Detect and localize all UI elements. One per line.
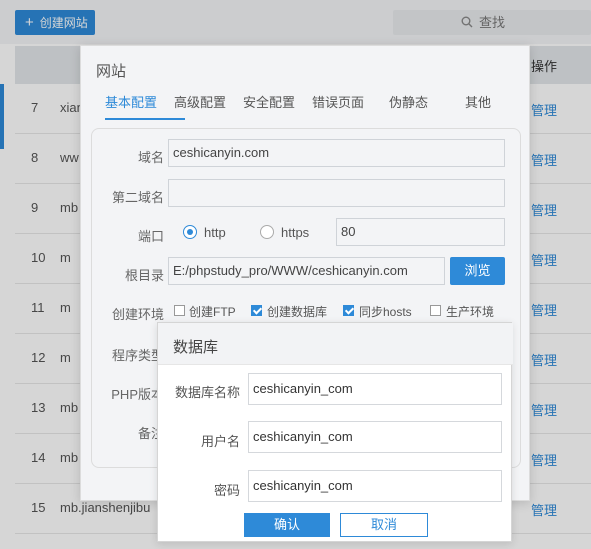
db-username-label: 用户名 (200, 434, 240, 449)
root-dir-input[interactable]: E:/phpstudy_pro/WWW/ceshicanyin.com (168, 257, 445, 285)
tab-basic-config[interactable]: 基本配置 (105, 92, 157, 111)
sync-hosts-label: 同步hosts (359, 305, 412, 319)
tab-other[interactable]: 其他 (465, 92, 491, 111)
cancel-button[interactable]: 取消 (340, 513, 428, 537)
db-password-input[interactable]: ceshicanyin_com (248, 470, 502, 502)
tab-advanced-config[interactable]: 高级配置 (174, 92, 226, 111)
tab-error-pages[interactable]: 错误页面 (312, 92, 364, 111)
database-dialog-title: 数据库 (173, 339, 219, 356)
http-radio-label: http (204, 225, 226, 240)
confirm-button[interactable]: 确认 (244, 513, 330, 537)
port-input[interactable]: 80 (336, 218, 505, 246)
root-dir-label: 根目录 (124, 268, 164, 283)
create-ftp-label: 创建FTP (189, 305, 236, 319)
site-dialog-title: 网站 (96, 63, 127, 80)
db-username-input[interactable]: ceshicanyin_com (248, 421, 502, 453)
site-dialog-tabs: 基本配置 高级配置 安全配置 错误页面 伪静态 其他 (101, 92, 521, 120)
database-dialog: 数据库 数据库名称 ceshicanyin_com 用户名 ceshicanyi… (157, 322, 513, 542)
https-radio-label: https (281, 225, 310, 240)
production-env-label: 生产环境 (446, 305, 495, 319)
create-ftp-checkbox[interactable] (174, 305, 185, 316)
browse-button[interactable]: 浏览 (450, 257, 505, 285)
note-label: 备注 (137, 426, 164, 441)
active-tab-underline (105, 118, 185, 120)
second-domain-label: 第二域名 (111, 190, 164, 205)
db-password-label: 密码 (213, 483, 240, 498)
domain-input[interactable]: ceshicanyin.com (168, 139, 505, 167)
sync-hosts-checkbox[interactable] (343, 305, 354, 316)
tab-rewrite[interactable]: 伪静态 (389, 92, 428, 111)
tab-security-config[interactable]: 安全配置 (243, 92, 295, 111)
https-radio[interactable] (260, 225, 274, 239)
port-label: 端口 (137, 229, 164, 244)
create-db-label: 创建数据库 (267, 305, 328, 319)
http-radio[interactable] (183, 225, 197, 239)
php-version-label: PHP版本 (111, 387, 164, 402)
program-type-label: 程序类型 (111, 348, 164, 363)
domain-label: 域名 (137, 150, 164, 165)
db-name-label: 数据库名称 (174, 385, 240, 400)
create-db-checkbox[interactable] (251, 305, 262, 316)
database-dialog-header: 数据库 (158, 323, 513, 365)
second-domain-input[interactable] (168, 179, 505, 207)
db-name-input[interactable]: ceshicanyin_com (248, 373, 502, 405)
production-env-checkbox[interactable] (430, 305, 441, 316)
env-label: 创建环境 (111, 307, 164, 322)
